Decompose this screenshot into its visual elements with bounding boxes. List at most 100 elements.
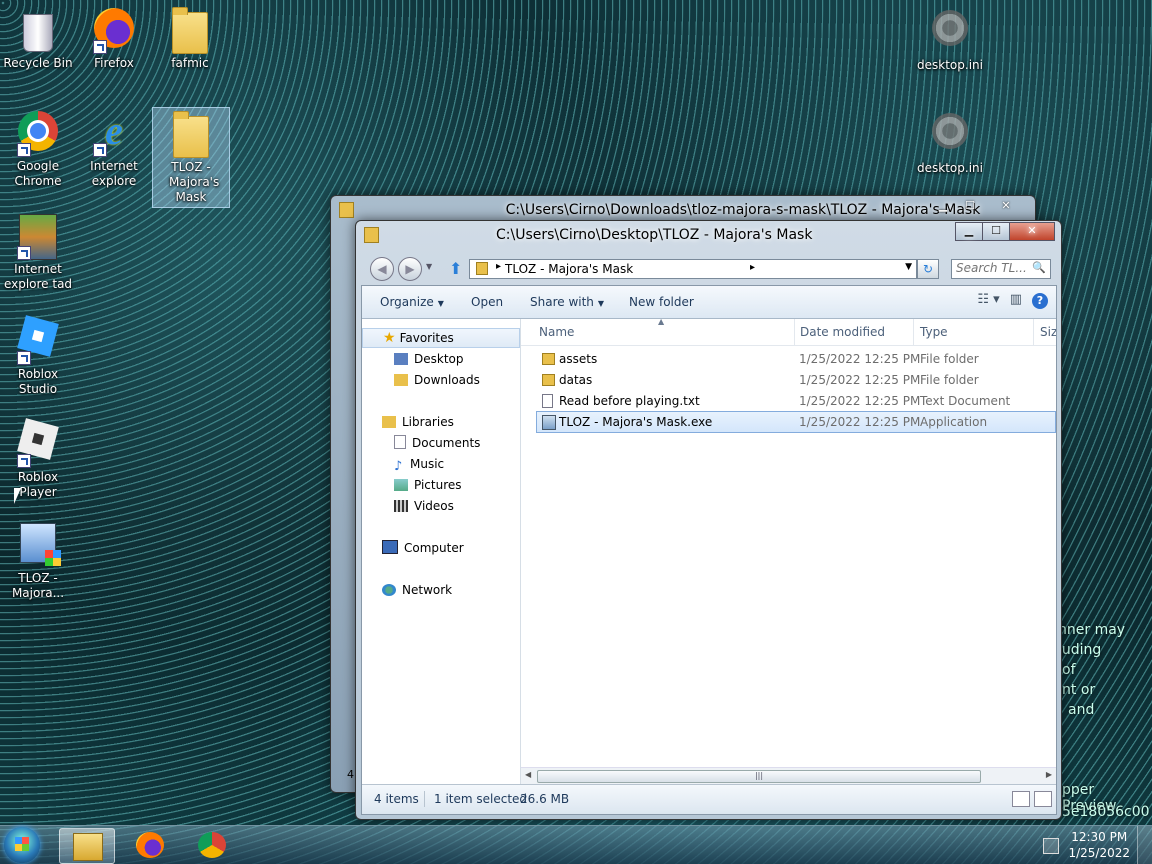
file-list: ▲ Name Date modified Type Size assets 1/… xyxy=(521,319,1056,784)
wallpaper-text: of xyxy=(1062,662,1076,678)
column-name[interactable]: Name xyxy=(539,325,574,339)
taskbar-firefox[interactable] xyxy=(123,828,177,862)
maximize-button[interactable]: ☐ xyxy=(956,197,984,216)
search-input[interactable] xyxy=(952,260,1030,276)
desktop-icon-label: TLOZ - Majora's Mask xyxy=(169,160,220,204)
desktop-icon-label: TLOZ - Majora... xyxy=(11,571,65,600)
nav-computer[interactable]: Computer xyxy=(382,539,464,557)
explorer-window-desktop[interactable]: C:\Users\Cirno\Desktop\TLOZ - Majora's M… xyxy=(355,220,1062,820)
command-bar: Organize ▼ Open Share with ▼ New folder ☷ … xyxy=(362,286,1056,319)
nav-network[interactable]: Network xyxy=(382,581,452,599)
firefox-icon xyxy=(91,8,137,54)
documents-icon xyxy=(394,435,406,449)
clock-time: 12:30 PM xyxy=(1071,830,1128,844)
open-button[interactable]: Open xyxy=(471,295,503,309)
nav-favorites[interactable]: ★ Favorites xyxy=(362,328,520,348)
desktop-icon-internet-explore-tad[interactable]: Internet explore tad xyxy=(0,210,76,292)
system-clock[interactable]: 12:30 PM 1/25/2022 xyxy=(1068,829,1130,861)
minimize-button[interactable]: ▁ xyxy=(955,222,983,241)
details-view-icon[interactable] xyxy=(1012,791,1030,807)
close-button[interactable]: ✕ xyxy=(983,197,1029,216)
refresh-button[interactable]: ↻ xyxy=(917,259,939,279)
file-row[interactable]: assets 1/25/2022 12:25 PM File folder xyxy=(537,349,1056,369)
start-button[interactable] xyxy=(4,827,40,863)
nav-videos[interactable]: Videos xyxy=(394,497,454,515)
file-name: TLOZ - Majora's Mask.exe xyxy=(559,415,713,429)
minimize-button[interactable]: ▁ xyxy=(929,197,957,216)
share-with-button[interactable]: Share with ▼ xyxy=(530,295,604,309)
organize-button[interactable]: Organize ▼ xyxy=(380,295,444,309)
nav-music[interactable]: ♪ Music xyxy=(394,455,444,474)
breadcrumb-current[interactable]: TLOZ - Majora's Mask xyxy=(505,262,633,276)
desktop-icon-roblox-studio[interactable]: Roblox Studio xyxy=(0,313,76,397)
preview-pane-icon[interactable]: ▥ xyxy=(1010,292,1022,310)
file-name: datas xyxy=(559,373,593,387)
chevron-right-icon[interactable]: ▸ xyxy=(496,261,501,272)
nav-downloads[interactable]: Downloads xyxy=(394,371,480,389)
nav-label: Downloads xyxy=(414,373,480,387)
help-icon[interactable]: ? xyxy=(1032,293,1048,309)
column-date-modified[interactable]: Date modified xyxy=(800,325,885,339)
scroll-left-icon[interactable]: ◀ xyxy=(525,770,531,779)
desktop-icon-firefox[interactable]: Firefox xyxy=(76,4,152,71)
nav-pictures[interactable]: Pictures xyxy=(394,476,462,494)
desktop-icon-internet-explorer[interactable]: e Internet explore xyxy=(76,107,152,189)
clock-date: 1/25/2022 xyxy=(1068,846,1130,860)
navigation-pane: ★ Favorites Desktop Downloads Libraries D… xyxy=(362,319,521,784)
new-folder-button[interactable]: New folder xyxy=(629,295,694,309)
forward-button[interactable]: ▶ xyxy=(398,257,422,281)
folder-icon xyxy=(542,374,555,386)
forward-arrow-icon: ▶ xyxy=(405,262,415,276)
desktop-icon-tloz-folder[interactable]: TLOZ - Majora's Mask xyxy=(152,107,230,208)
nav-libraries[interactable]: Libraries xyxy=(382,413,454,431)
title-bar[interactable]: C:\Users\Cirno\Desktop\TLOZ - Majora's M… xyxy=(356,221,1061,249)
videos-icon xyxy=(394,500,408,512)
navigation-bar: ◀ ▶ ▼ ⬆ ▸ TLOZ - Majora's Mask ▸ ▼ ↻ 🔍 xyxy=(356,249,1061,285)
folder-icon xyxy=(476,262,488,275)
nav-documents[interactable]: Documents xyxy=(394,434,480,452)
scroll-right-icon[interactable]: ▶ xyxy=(1046,770,1052,779)
computer-icon xyxy=(382,540,398,554)
close-button[interactable]: ✕ xyxy=(1009,222,1055,241)
folder-icon xyxy=(542,353,555,365)
address-bar[interactable]: ▸ TLOZ - Majora's Mask ▸ ▼ xyxy=(469,259,917,279)
file-explorer-icon xyxy=(73,833,103,861)
horizontal-scrollbar[interactable]: ◀ ||| ▶ xyxy=(521,767,1056,784)
scrollbar-thumb[interactable]: ||| xyxy=(537,770,981,783)
file-date: 1/25/2022 12:25 PM xyxy=(799,394,921,408)
file-row[interactable]: Read before playing.txt 1/25/2022 12:25 … xyxy=(537,391,1056,411)
taskbar-chrome[interactable] xyxy=(185,828,239,862)
chevron-down-icon: ▼ xyxy=(437,299,444,308)
status-fragment: 4 xyxy=(347,768,354,781)
chevron-down-icon[interactable]: ▼ xyxy=(905,262,912,272)
change-view-icon[interactable]: ☷ ▾ xyxy=(977,292,999,310)
desktop-icon-roblox-player[interactable]: Roblox Player xyxy=(0,416,76,500)
desktop-icon-fafmic[interactable]: fafmic xyxy=(152,4,228,71)
taskbar-explorer[interactable] xyxy=(59,828,115,864)
wallpaper-text: nt or xyxy=(1062,682,1096,698)
column-type[interactable]: Type xyxy=(920,325,948,339)
show-desktop-button[interactable] xyxy=(1137,826,1152,864)
large-icons-view-icon[interactable] xyxy=(1034,791,1052,807)
column-size[interactable]: Size xyxy=(1040,325,1056,339)
desktop-icon-recycle-bin[interactable]: Recycle Bin xyxy=(0,4,76,71)
desktop-icon-desktop-ini-2[interactable]: desktop.ini xyxy=(912,107,988,176)
selection-size: 26.6 MB xyxy=(520,792,570,806)
recent-pages-dropdown-icon[interactable]: ▼ xyxy=(426,262,432,271)
file-name: assets xyxy=(559,352,598,366)
nav-desktop[interactable]: Desktop xyxy=(394,350,464,368)
desktop-icon-label: desktop.ini xyxy=(917,161,983,175)
action-center-icon[interactable] xyxy=(1043,838,1059,854)
game-icon xyxy=(15,214,61,260)
desktop-icon-desktop-ini-1[interactable]: desktop.ini xyxy=(912,4,988,73)
up-arrow-icon[interactable]: ⬆ xyxy=(449,259,462,278)
chevron-right-icon[interactable]: ▸ xyxy=(750,262,755,273)
file-row[interactable]: datas 1/25/2022 12:25 PM File folder xyxy=(537,370,1056,390)
search-box[interactable]: 🔍 xyxy=(951,259,1051,279)
nav-label: Favorites xyxy=(399,331,454,345)
file-row-selected[interactable]: TLOZ - Majora's Mask.exe 1/25/2022 12:25… xyxy=(536,411,1056,433)
back-button[interactable]: ◀ xyxy=(370,257,394,281)
maximize-button[interactable]: ☐ xyxy=(982,222,1010,241)
desktop-icon-tloz-exe[interactable]: TLOZ - Majora... xyxy=(0,519,76,601)
desktop-icon-chrome[interactable]: Google Chrome xyxy=(0,107,76,189)
